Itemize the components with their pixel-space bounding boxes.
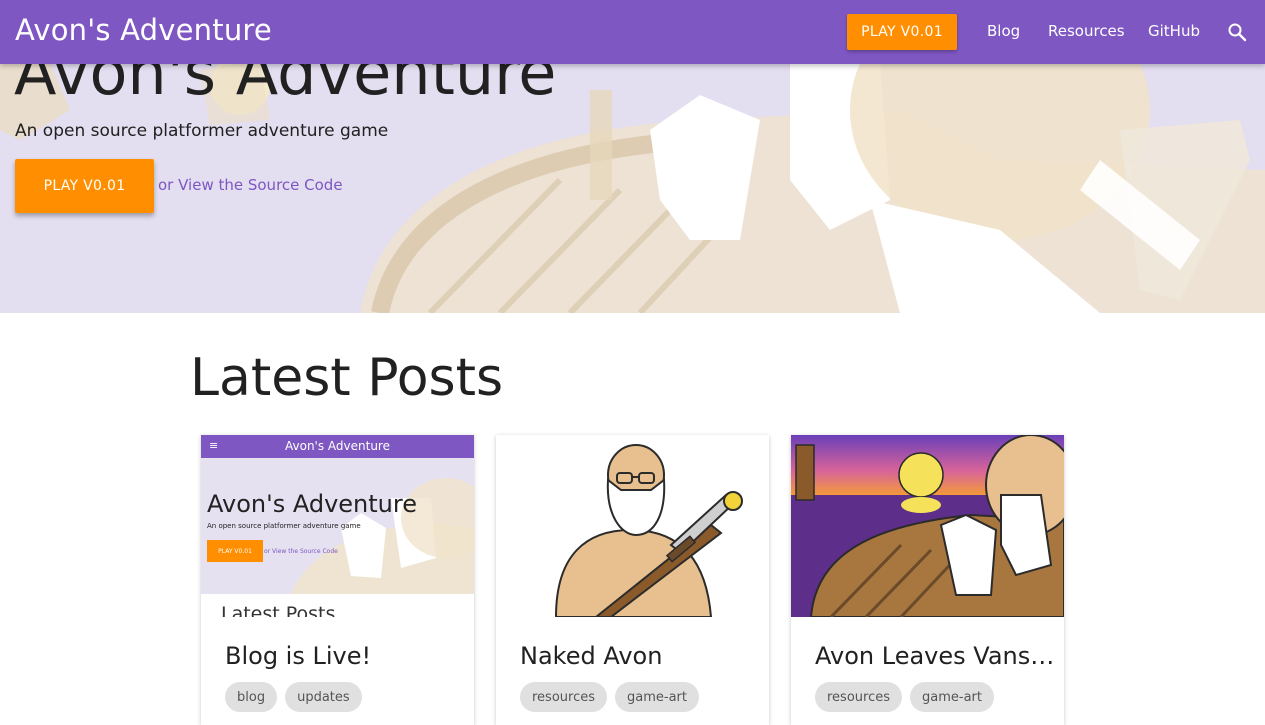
site-brand[interactable]: Avon's Adventure [15, 13, 272, 47]
latest-posts-heading: Latest Posts [190, 348, 504, 408]
preview-play-button: PLAY V0.01 [207, 540, 263, 562]
view-source-link[interactable]: or View the Source Code [158, 176, 343, 194]
preview-source-link: or View the Source Code [264, 548, 338, 555]
post-title[interactable]: Avon Leaves Vans… [815, 642, 1054, 670]
tag-chip[interactable]: updates [285, 682, 362, 712]
post-title[interactable]: Naked Avon [520, 642, 662, 670]
hero-play-button[interactable]: PLAY V0.01 [15, 159, 154, 213]
preview-hero: Avon's Adventure An open source platform… [201, 458, 474, 594]
nav-github-link[interactable]: GitHub [1148, 22, 1200, 40]
preview-title: Avon's Adventure [207, 490, 417, 518]
preview-brand: Avon's Adventure [285, 439, 390, 453]
search-icon[interactable] [1227, 22, 1247, 42]
boat-sunset-illustration [791, 435, 1064, 617]
header-play-button[interactable]: PLAY V0.01 [847, 14, 957, 50]
tag-chip[interactable]: game-art [910, 682, 994, 712]
hero-subtitle: An open source platformer adventure game [15, 121, 389, 141]
post-thumbnail [496, 435, 769, 617]
nav-blog-link[interactable]: Blog [987, 22, 1020, 40]
post-thumbnail: Avon's Adventure An open source platform… [201, 435, 474, 617]
post-tags: resources game-art [815, 682, 994, 712]
post-title[interactable]: Blog is Live! [225, 642, 371, 670]
post-thumbnail [791, 435, 1064, 617]
tag-chip[interactable]: blog [225, 682, 278, 712]
post-tags: blog updates [225, 682, 362, 712]
top-app-bar: Avon's Adventure PLAY V0.01 Blog Resourc… [0, 0, 1265, 64]
nav-resources-link[interactable]: Resources [1048, 22, 1125, 40]
tag-chip[interactable]: resources [815, 682, 903, 712]
post-tags: resources game-art [520, 682, 699, 712]
post-card-avon-leaves[interactable]: Avon Leaves Vans… resources game-art [791, 435, 1064, 725]
tag-chip[interactable]: resources [520, 682, 608, 712]
post-card-naked-avon[interactable]: Naked Avon resources game-art [496, 435, 769, 725]
post-card-blog-is-live[interactable]: Avon's Adventure An open source platform… [201, 435, 474, 725]
tag-chip[interactable]: game-art [615, 682, 699, 712]
preview-subtitle: An open source platformer adventure game [207, 522, 361, 530]
preview-top-bar: ≡ Avon's Adventure [201, 435, 474, 458]
preview-latest-heading: Latest Posts [221, 603, 336, 617]
avon-character-illustration [496, 435, 769, 617]
